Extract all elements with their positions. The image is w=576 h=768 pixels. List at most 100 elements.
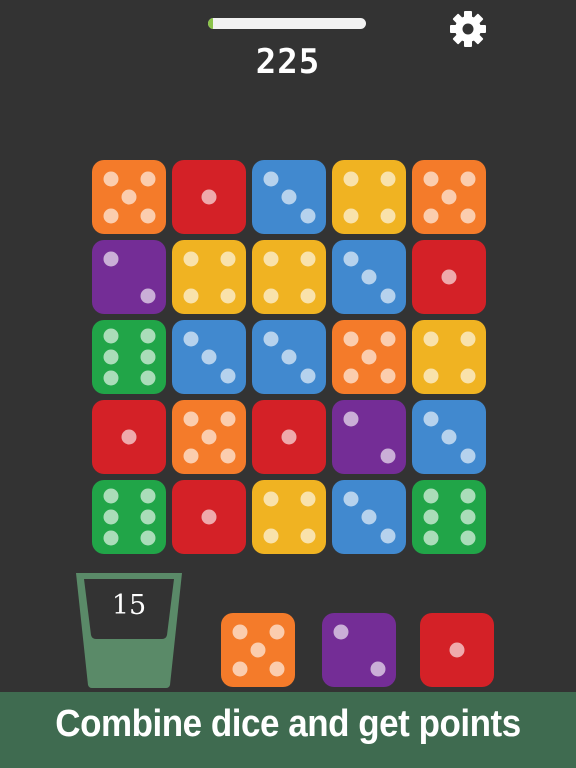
die-pip bbox=[220, 411, 235, 426]
die-pip bbox=[103, 370, 118, 386]
die-pip bbox=[423, 411, 438, 426]
die-pip bbox=[300, 288, 315, 303]
die-pip bbox=[361, 269, 377, 285]
die-pip bbox=[343, 251, 358, 266]
die-red-1[interactable] bbox=[172, 160, 246, 234]
die-yellow-4[interactable] bbox=[252, 480, 326, 554]
die-pip bbox=[281, 429, 297, 445]
die-blue-3[interactable] bbox=[332, 480, 406, 554]
die-pip bbox=[103, 488, 118, 504]
die-pip bbox=[300, 368, 315, 383]
die-pip bbox=[183, 251, 198, 266]
die-pip bbox=[140, 328, 155, 344]
die-pip bbox=[140, 349, 155, 365]
die-blue-3[interactable] bbox=[172, 320, 246, 394]
die-pip bbox=[380, 528, 395, 543]
die-pip bbox=[140, 208, 155, 223]
die-pip bbox=[103, 208, 118, 223]
die-pip bbox=[140, 488, 155, 504]
die-pip bbox=[343, 411, 358, 426]
die-pip bbox=[140, 530, 155, 546]
die-pip bbox=[460, 368, 475, 383]
die-pip bbox=[361, 509, 377, 525]
die-pip bbox=[250, 642, 266, 658]
die-pip bbox=[343, 491, 358, 506]
die-yellow-4[interactable] bbox=[172, 240, 246, 314]
die-pip bbox=[103, 530, 118, 546]
die-pip bbox=[300, 208, 315, 223]
die-yellow-4[interactable] bbox=[252, 240, 326, 314]
die-pip bbox=[201, 349, 217, 365]
die-pip bbox=[441, 429, 457, 445]
die-pip bbox=[343, 208, 358, 223]
next-die-purple-2[interactable] bbox=[322, 613, 396, 687]
die-green-6[interactable] bbox=[412, 480, 486, 554]
die-blue-3[interactable] bbox=[332, 240, 406, 314]
die-pip bbox=[423, 368, 438, 383]
die-pip bbox=[460, 488, 475, 504]
next-dice-tray bbox=[0, 560, 576, 692]
die-pip bbox=[103, 349, 118, 365]
die-pip bbox=[140, 370, 155, 386]
die-pip bbox=[220, 288, 235, 303]
die-pip bbox=[201, 509, 217, 525]
die-pip bbox=[449, 642, 465, 658]
die-yellow-4[interactable] bbox=[412, 320, 486, 394]
die-pip bbox=[232, 661, 247, 676]
die-orange-5[interactable] bbox=[412, 160, 486, 234]
die-pip bbox=[380, 368, 395, 383]
die-pip bbox=[423, 509, 438, 525]
die-blue-3[interactable] bbox=[252, 320, 326, 394]
die-pip bbox=[103, 328, 118, 344]
die-pip bbox=[380, 448, 395, 463]
die-pip bbox=[441, 189, 457, 205]
die-pip bbox=[380, 288, 395, 303]
die-pip bbox=[423, 488, 438, 504]
die-pip bbox=[140, 288, 155, 303]
die-pip bbox=[333, 624, 348, 639]
die-blue-3[interactable] bbox=[252, 160, 326, 234]
die-pip bbox=[263, 251, 278, 266]
die-green-6[interactable] bbox=[92, 480, 166, 554]
die-pip bbox=[281, 349, 297, 365]
die-orange-5[interactable] bbox=[332, 320, 406, 394]
die-pip bbox=[361, 349, 377, 365]
die-pip bbox=[370, 661, 385, 676]
die-pip bbox=[460, 171, 475, 186]
die-pip bbox=[343, 171, 358, 186]
die-pip bbox=[103, 509, 118, 525]
die-purple-2[interactable] bbox=[92, 240, 166, 314]
die-pip bbox=[460, 530, 475, 546]
die-pip bbox=[380, 331, 395, 346]
die-red-1[interactable] bbox=[92, 400, 166, 474]
die-pip bbox=[232, 624, 247, 639]
next-die-red-1[interactable] bbox=[420, 613, 494, 687]
die-pip bbox=[460, 208, 475, 223]
die-pip bbox=[269, 624, 284, 639]
die-pip bbox=[460, 448, 475, 463]
die-green-6[interactable] bbox=[92, 320, 166, 394]
die-pip bbox=[183, 331, 198, 346]
die-pip bbox=[300, 528, 315, 543]
die-pip bbox=[201, 189, 217, 205]
die-pip bbox=[140, 171, 155, 186]
die-pip bbox=[343, 331, 358, 346]
die-pip bbox=[263, 288, 278, 303]
next-die-orange-5[interactable] bbox=[221, 613, 295, 687]
die-pip bbox=[201, 429, 217, 445]
die-red-1[interactable] bbox=[172, 480, 246, 554]
die-pip bbox=[423, 331, 438, 346]
die-blue-3[interactable] bbox=[412, 400, 486, 474]
die-red-1[interactable] bbox=[412, 240, 486, 314]
die-orange-5[interactable] bbox=[172, 400, 246, 474]
die-pip bbox=[441, 269, 457, 285]
die-yellow-4[interactable] bbox=[332, 160, 406, 234]
die-pip bbox=[263, 331, 278, 346]
die-pip bbox=[269, 661, 284, 676]
die-purple-2[interactable] bbox=[332, 400, 406, 474]
die-pip bbox=[263, 171, 278, 186]
die-pip bbox=[423, 530, 438, 546]
die-red-1[interactable] bbox=[252, 400, 326, 474]
die-pip bbox=[183, 411, 198, 426]
die-orange-5[interactable] bbox=[92, 160, 166, 234]
